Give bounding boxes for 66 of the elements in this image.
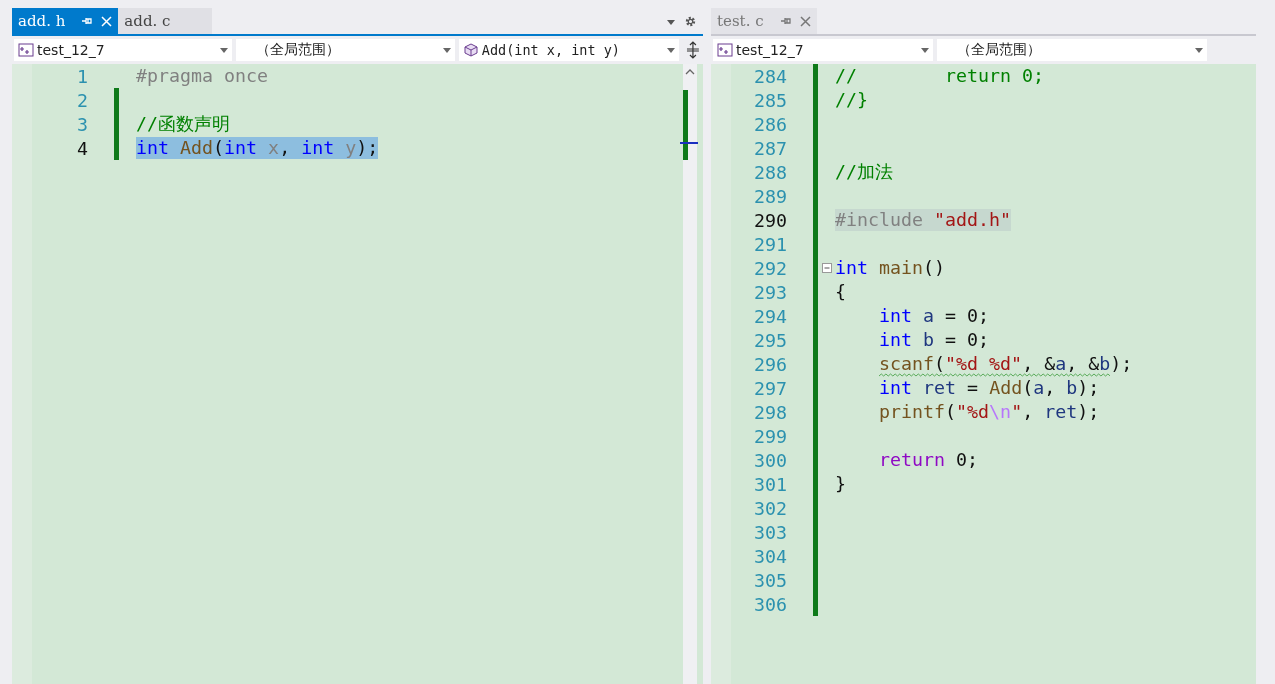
line-number: 303 bbox=[752, 521, 787, 543]
file-tab[interactable]: add. h bbox=[12, 8, 119, 34]
line-number: 297 bbox=[752, 377, 787, 399]
code-line: int a = 0; bbox=[878, 305, 990, 327]
line-number: 292 bbox=[752, 257, 787, 279]
pin-icon[interactable] bbox=[81, 15, 94, 27]
caret-icon bbox=[1195, 47, 1203, 53]
line-number: 301 bbox=[752, 473, 787, 495]
project-icon bbox=[18, 43, 34, 57]
line-number: 2 bbox=[76, 89, 88, 111]
line-number: 298 bbox=[752, 401, 787, 423]
code-line: // return 0; bbox=[835, 65, 1045, 87]
file-tab[interactable]: add. c bbox=[118, 8, 213, 34]
code-line: scanf("%d %d", &a, &b); bbox=[835, 353, 1133, 375]
cube-icon bbox=[462, 42, 479, 58]
caret-icon bbox=[921, 47, 929, 53]
caret-icon bbox=[442, 47, 451, 53]
line-number: 1 bbox=[76, 65, 88, 87]
project-icon bbox=[717, 43, 733, 57]
code-line: int main() bbox=[835, 257, 946, 279]
caret-icon bbox=[220, 47, 229, 53]
code-line: return 0; bbox=[878, 449, 979, 471]
line-number: 286 bbox=[752, 113, 787, 135]
line-number: 287 bbox=[752, 137, 787, 159]
code-line: { bbox=[835, 281, 846, 303]
line-number: 284 bbox=[752, 65, 787, 87]
caret-icon bbox=[667, 47, 676, 53]
project-dropdown[interactable]: test_12_7 bbox=[713, 39, 933, 61]
line-number: 291 bbox=[752, 233, 787, 255]
file-tab[interactable]: test. c bbox=[711, 8, 817, 34]
code-line: } bbox=[835, 473, 846, 495]
line-number: 306 bbox=[752, 593, 787, 615]
line-number: 3 bbox=[76, 113, 88, 135]
line-number: 293 bbox=[752, 281, 787, 303]
line-number: 294 bbox=[752, 305, 787, 327]
settings-icon[interactable] bbox=[684, 15, 697, 28]
line-number: 296 bbox=[752, 353, 787, 375]
line-number: 304 bbox=[752, 545, 787, 567]
code-line: //加法 bbox=[835, 161, 893, 183]
line-number: 302 bbox=[752, 497, 787, 519]
code-line: //} bbox=[835, 89, 869, 111]
code-line: int ret = Add(a, b); bbox=[878, 377, 1100, 399]
line-number: 295 bbox=[752, 329, 787, 351]
line-number: 300 bbox=[752, 449, 787, 471]
scope-dropdown[interactable]: （全局范围） bbox=[236, 39, 455, 61]
scope-dropdown[interactable]: （全局范围） bbox=[937, 39, 1207, 61]
line-number: 289 bbox=[752, 185, 787, 207]
project-dropdown[interactable]: test_12_7 bbox=[14, 39, 233, 61]
scrollbar[interactable] bbox=[683, 64, 697, 684]
split-icon[interactable] bbox=[685, 41, 701, 59]
code-line: int b = 0; bbox=[878, 329, 990, 351]
line-number: 299 bbox=[752, 425, 787, 447]
line-number: 290 bbox=[752, 209, 787, 231]
line-number: 305 bbox=[752, 569, 787, 591]
line-number: 4 bbox=[76, 137, 88, 159]
close-icon[interactable] bbox=[799, 15, 811, 27]
code-line: #pragma once bbox=[136, 65, 269, 87]
line-number: 288 bbox=[752, 161, 787, 183]
dropdown-icon[interactable] bbox=[666, 17, 676, 26]
pin-icon[interactable] bbox=[779, 15, 792, 27]
collapse-icon[interactable] bbox=[821, 263, 832, 273]
code-line: printf("%d\n", ret); bbox=[878, 401, 1100, 423]
scroll-up-icon[interactable] bbox=[685, 68, 695, 76]
member-dropdown[interactable]: Add(int x, int y) bbox=[458, 39, 680, 61]
code-line: //函数声明 bbox=[136, 113, 230, 135]
line-number: 285 bbox=[752, 89, 787, 111]
